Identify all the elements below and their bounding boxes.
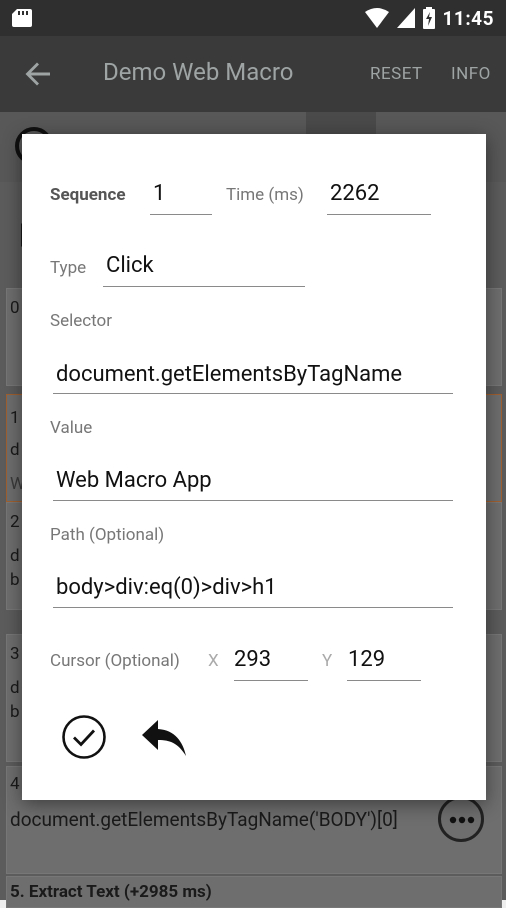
time-underline bbox=[327, 214, 431, 215]
cursor-x-underline bbox=[234, 680, 308, 681]
value-input[interactable]: Web Macro App bbox=[56, 468, 212, 493]
selector-input[interactable]: document.getElementsByTagName bbox=[56, 362, 453, 387]
path-input[interactable]: body>div:eq(0)>div>h1 bbox=[56, 575, 277, 600]
cursor-x-label: X bbox=[208, 651, 219, 671]
app-bar: Demo Web Macro RESET INFO bbox=[0, 36, 506, 112]
sd-card-icon bbox=[12, 9, 32, 27]
item-index: 2 bbox=[10, 512, 20, 532]
sequence-label: Sequence bbox=[50, 185, 126, 205]
path-label: Path (Optional) bbox=[50, 525, 165, 545]
status-bar: 11:45 bbox=[0, 0, 506, 36]
time-label: Time (ms) bbox=[226, 185, 304, 205]
item-index: 1 bbox=[10, 408, 20, 428]
item-index: 4 bbox=[10, 774, 20, 794]
check-circle-icon[interactable] bbox=[61, 714, 107, 760]
item-line: b bbox=[10, 702, 20, 722]
cursor-y-underline bbox=[347, 680, 421, 681]
path-underline bbox=[53, 607, 453, 608]
time-input[interactable]: 2262 bbox=[330, 181, 379, 206]
item-line: d bbox=[10, 678, 20, 698]
cursor-x-input[interactable]: 293 bbox=[234, 647, 271, 672]
selector-underline bbox=[53, 393, 453, 394]
item-index: 0 bbox=[10, 298, 20, 318]
wifi-icon bbox=[364, 8, 389, 28]
item-line: b bbox=[10, 570, 20, 590]
sequence-underline bbox=[150, 214, 212, 215]
item-title: 5. Extract Text (+2985 ms) bbox=[10, 882, 212, 902]
app-title: Demo Web Macro bbox=[103, 58, 294, 86]
reset-button[interactable]: RESET bbox=[370, 64, 423, 84]
sequence-input[interactable]: 1 bbox=[153, 181, 165, 206]
more-options-button[interactable] bbox=[438, 796, 484, 842]
status-time: 11:45 bbox=[442, 6, 494, 30]
selector-label: Selector bbox=[50, 311, 113, 331]
type-underline bbox=[103, 286, 305, 287]
type-label: Type bbox=[50, 258, 87, 278]
cursor-y-label: Y bbox=[322, 651, 333, 671]
info-button[interactable]: INFO bbox=[451, 64, 491, 84]
item-line: d bbox=[10, 546, 20, 566]
type-select[interactable]: Click bbox=[106, 253, 154, 278]
item-line: d bbox=[10, 440, 20, 460]
item-selector: document.getElementsByTagName('BODY')[0] bbox=[10, 808, 398, 831]
value-underline bbox=[53, 500, 453, 501]
signal-icon bbox=[396, 8, 415, 28]
item-index: 3 bbox=[10, 644, 20, 664]
reply-icon[interactable] bbox=[140, 718, 188, 758]
cursor-y-input[interactable]: 129 bbox=[348, 647, 385, 672]
more-horiz-icon bbox=[449, 816, 475, 824]
battery-icon bbox=[422, 7, 435, 29]
value-label: Value bbox=[50, 418, 93, 438]
edit-step-dialog: Sequence 1 Time (ms) 2262 Type Click Sel… bbox=[22, 134, 486, 800]
back-arrow-icon[interactable] bbox=[24, 60, 52, 88]
cursor-label: Cursor (Optional) bbox=[50, 651, 180, 671]
